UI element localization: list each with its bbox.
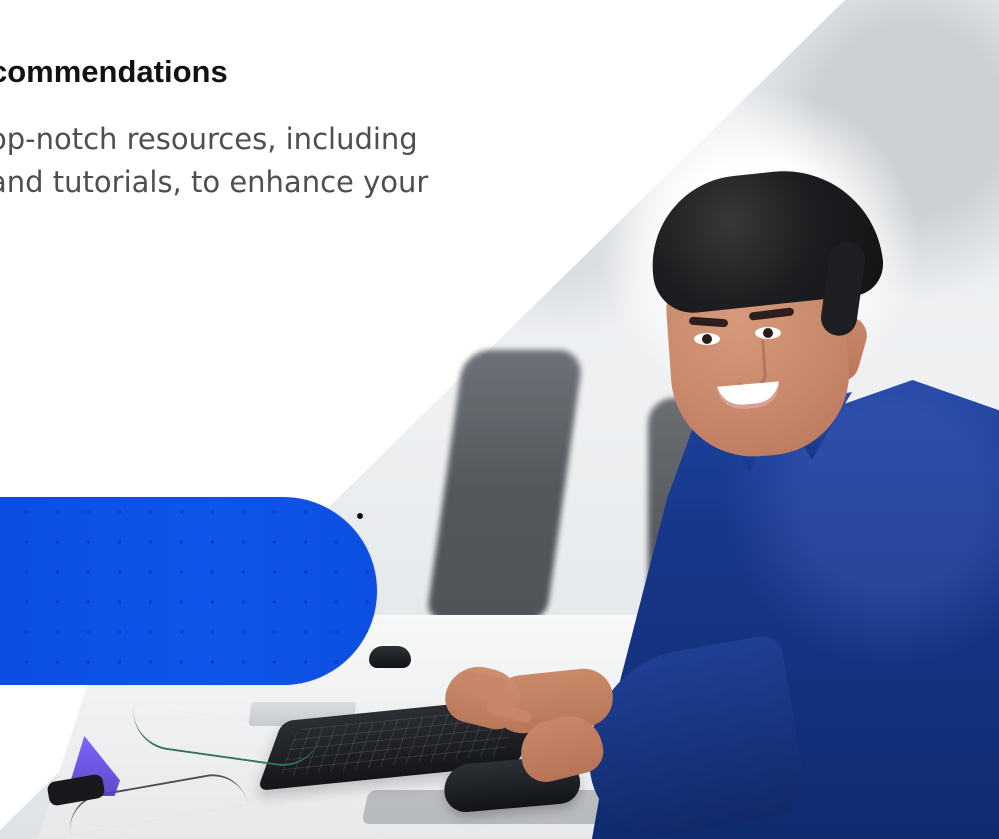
headline: commendations: [0, 54, 228, 89]
left-eye: [694, 333, 720, 345]
hero-description: op-notch resources, including and tutori…: [0, 118, 559, 204]
blue-dotted-panel: [0, 497, 377, 685]
dot-marker: [357, 513, 363, 519]
hero-description-line-2: and tutorials, to enhance your: [0, 165, 429, 199]
right-eye: [755, 327, 781, 339]
shirt-sleeve: [571, 633, 811, 839]
hero-description-line-1: op-notch resources, including: [0, 122, 418, 156]
hero-banner: commendations op-notch resources, includ…: [0, 0, 999, 839]
